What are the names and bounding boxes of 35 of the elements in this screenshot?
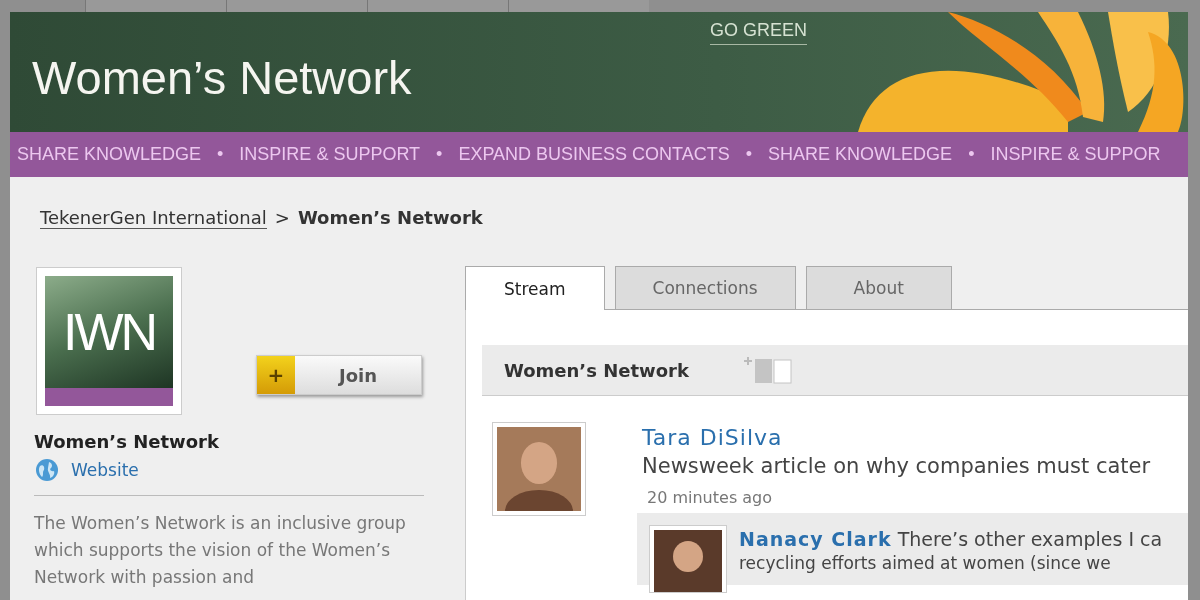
bullet-separator: • bbox=[745, 144, 753, 165]
panel-title: Women’s Network bbox=[504, 359, 689, 381]
toolbar-tab[interactable] bbox=[367, 0, 508, 12]
slogan-text: SHARE KNOWLEDGE bbox=[768, 144, 953, 165]
breadcrumb-link[interactable]: TekenerGen International bbox=[40, 207, 267, 229]
toolbar-tab[interactable] bbox=[226, 0, 367, 12]
slogan-text: INSPIRE & SUPPOR bbox=[990, 144, 1161, 165]
bullet-separator: • bbox=[968, 144, 975, 165]
comment-text: There’s other examples I ca bbox=[897, 528, 1163, 550]
post-time: 20 minutes ago bbox=[647, 488, 774, 507]
add-column-icon[interactable] bbox=[742, 356, 793, 384]
slogan-text: EXPAND BUSINESS CONTACTS bbox=[458, 144, 730, 165]
author-link[interactable]: Tara DiSilva bbox=[642, 425, 783, 450]
toolbar-tab[interactable] bbox=[508, 0, 649, 12]
tab[interactable]: Connections bbox=[614, 266, 796, 309]
group-logo: IWN bbox=[36, 267, 182, 415]
slogan-text: SHARE KNOWLEDGE bbox=[17, 144, 202, 165]
group-name: Women’s Network bbox=[34, 431, 220, 452]
toolbar-tab[interactable] bbox=[85, 0, 226, 12]
globe-icon bbox=[35, 458, 59, 482]
bullet-separator: • bbox=[217, 144, 224, 165]
site-title: Women’s Network bbox=[32, 49, 412, 105]
post-text: Newsweek article on why companies must cater bbox=[642, 454, 1152, 478]
breadcrumb-separator: > bbox=[274, 207, 290, 228]
website-link[interactable]: Website bbox=[71, 460, 139, 480]
bullet-separator: • bbox=[436, 144, 443, 165]
group-description: The Women’s Network is an inclusive group which supports the vision of the Women’s Network with passion and bbox=[34, 512, 406, 589]
breadcrumb-current: Women’s Network bbox=[297, 207, 483, 228]
tab[interactable]: About bbox=[805, 266, 952, 309]
comment-text: recycling efforts aimed at women (since we bbox=[739, 553, 1112, 573]
join-button[interactable]: + Join bbox=[256, 355, 422, 395]
slogan-text: INSPIRE & SUPPORT bbox=[239, 144, 421, 165]
tab[interactable]: Stream bbox=[465, 266, 605, 310]
tagline-link[interactable]: GO GREEN bbox=[710, 20, 807, 45]
commenter-link[interactable]: Nanacy Clark bbox=[739, 528, 892, 550]
